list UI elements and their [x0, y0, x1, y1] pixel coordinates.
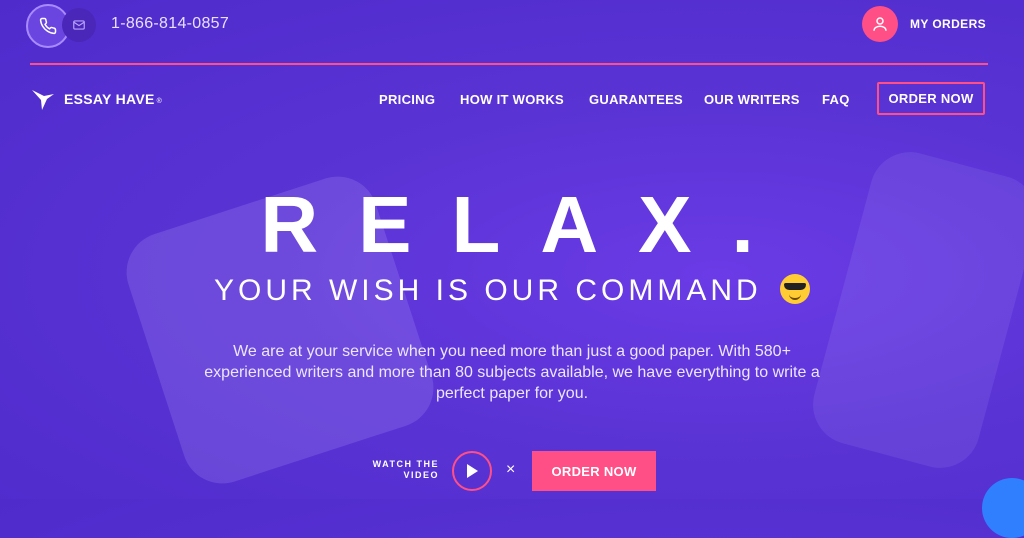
hero-headline: RELAX.: [260, 180, 794, 269]
hero-description: We are at your service when you need mor…: [204, 343, 820, 402]
phone-number[interactable]: 1-866-814-0857: [111, 15, 229, 33]
logo[interactable]: ESSAY HAVE ®: [30, 86, 162, 112]
separator-x: ×: [506, 461, 516, 478]
nav-our-writers[interactable]: OUR WRITERS: [704, 92, 800, 107]
header-divider: [30, 63, 988, 65]
user-icon: [873, 17, 887, 31]
hero-subheadline-text: YOUR WISH IS OUR COMMAND: [213, 274, 762, 307]
watch-video-label[interactable]: WATCH THE VIDEO: [355, 459, 439, 481]
order-now-header-button[interactable]: ORDER NOW: [877, 82, 985, 115]
watch-video-label-line1: WATCH THE: [372, 459, 439, 469]
play-video-button[interactable]: [452, 451, 492, 491]
mail-button[interactable]: [62, 8, 96, 42]
nav-faq[interactable]: FAQ: [822, 92, 850, 107]
watch-video-label-line2: VIDEO: [403, 470, 439, 480]
my-orders-link[interactable]: MY ORDERS: [910, 17, 986, 31]
mail-icon: [73, 20, 85, 30]
sunglasses-emoji-icon: [780, 274, 810, 304]
hero-subheadline: YOUR WISH IS OUR COMMAND: [0, 274, 1024, 308]
order-now-hero-button[interactable]: ORDER NOW: [532, 451, 656, 491]
play-icon: [467, 464, 478, 478]
hummingbird-logo-icon: [32, 90, 54, 110]
phone-icon: [39, 17, 57, 35]
logo-registered-mark: ®: [156, 97, 162, 105]
chat-widget-button[interactable]: [982, 478, 1024, 538]
logo-text: ESSAY HAVE: [64, 91, 155, 107]
nav-pricing[interactable]: PRICING: [379, 92, 435, 107]
nav-how-it-works[interactable]: HOW IT WORKS: [460, 92, 564, 107]
my-orders-avatar[interactable]: [862, 6, 898, 42]
top-bar: 1-866-814-0857 MY ORDERS: [0, 0, 1024, 50]
nav-guarantees[interactable]: GUARANTEES: [589, 92, 683, 107]
